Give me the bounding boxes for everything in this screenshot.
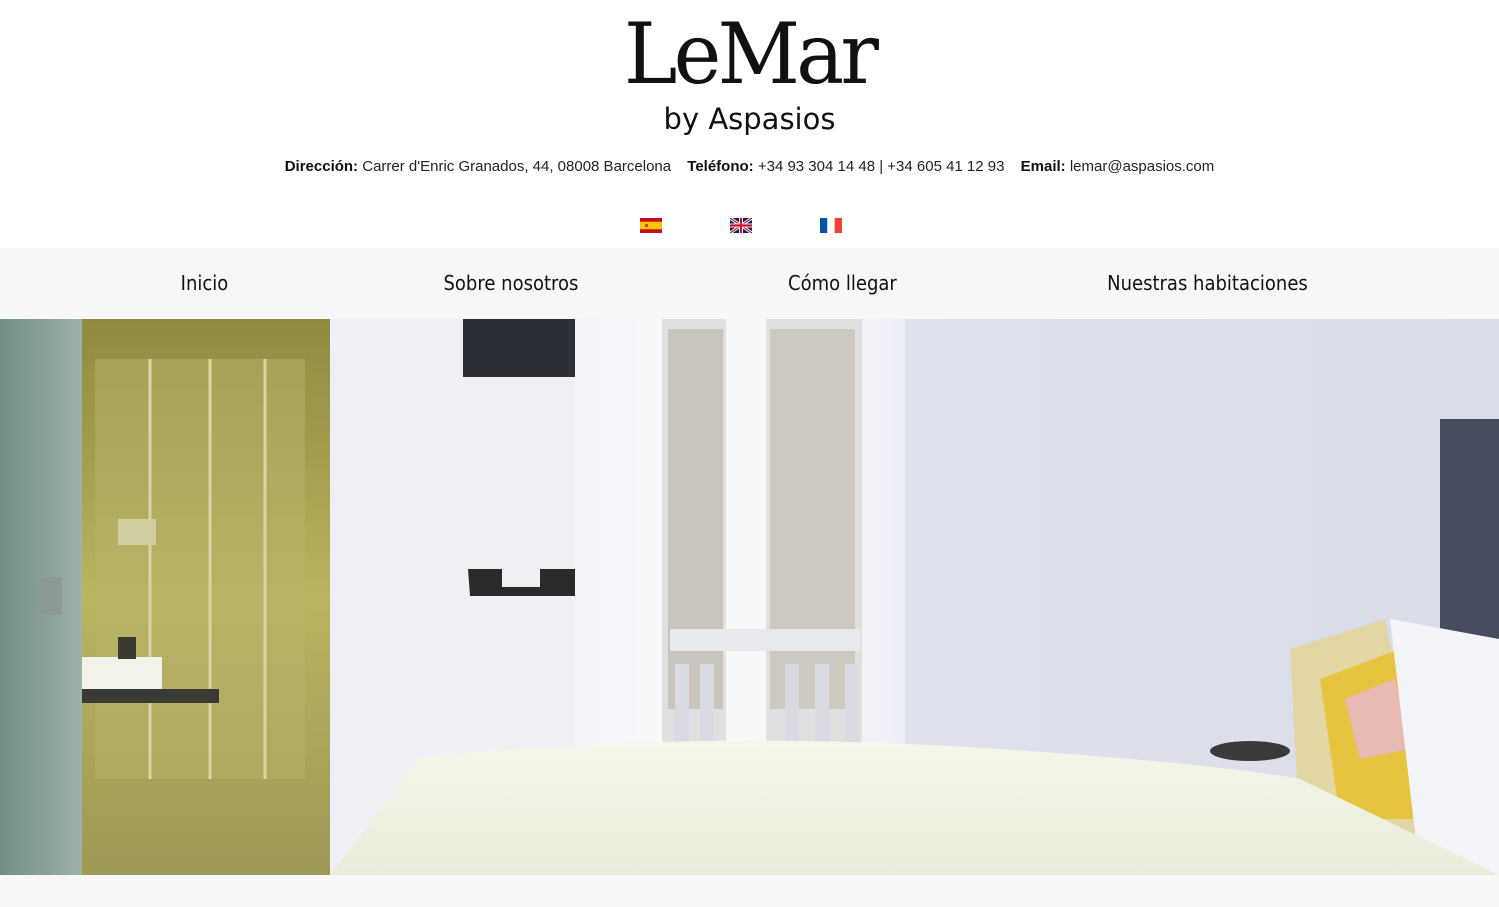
logo-subtitle: by Aspasios (663, 102, 836, 136)
phone-label: Teléfono: (687, 158, 754, 175)
language-switcher (0, 218, 1499, 234)
site-logo[interactable]: LeMar by Aspasios (0, 6, 1499, 139)
address-label: Dirección: (284, 158, 359, 175)
nav-item-sobre-nosotros[interactable]: Sobre nosotros (443, 248, 578, 319)
content-strip (0, 875, 1499, 907)
email-label: Email: (1020, 158, 1066, 175)
hero-room-image (0, 319, 1499, 875)
email-value[interactable]: lemar@aspasios.com (1070, 158, 1214, 175)
site-header: LeMar by Aspasios Dirección: Carrer d'En… (0, 0, 1499, 248)
hero-illustration (0, 319, 1499, 875)
main-nav: Inicio Sobre nosotros Cómo llegar Nuestr… (0, 248, 1499, 319)
nav-item-inicio[interactable]: Inicio (181, 248, 229, 319)
nav-item-habitaciones[interactable]: Nuestras habitaciones (1107, 248, 1308, 319)
nav-item-como-llegar[interactable]: Cómo llegar (788, 248, 897, 319)
spain-flag-icon[interactable] (640, 218, 662, 233)
logo-title: LeMar (623, 5, 879, 103)
address-value: Carrer d'Enric Granados, 44, 08008 Barce… (362, 158, 672, 175)
contact-info: Dirección: Carrer d'Enric Granados, 44, … (0, 158, 1499, 175)
uk-flag-icon[interactable] (730, 218, 752, 233)
address-group: Dirección: Carrer d'Enric Granados, 44, … (285, 158, 676, 175)
phone-value[interactable]: +34 93 304 14 48 | +34 605 41 12 93 (758, 158, 1005, 175)
france-flag-icon[interactable] (820, 218, 842, 233)
email-group: Email: lemar@aspasios.com (1021, 158, 1215, 175)
phone-group: Teléfono: +34 93 304 14 48 | +34 605 41 … (687, 158, 1008, 175)
